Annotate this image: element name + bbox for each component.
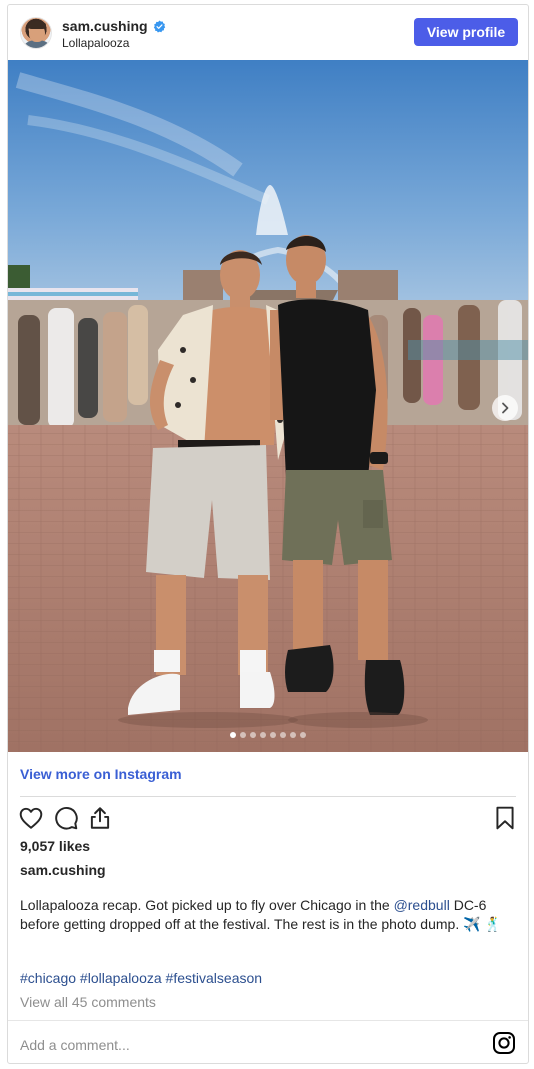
chevron-right-icon xyxy=(502,402,509,414)
bookmark-icon[interactable] xyxy=(492,805,518,831)
view-all-comments-link[interactable]: View all 45 comments xyxy=(20,994,156,1010)
carousel-dot xyxy=(240,732,246,738)
caption-part: Lollapalooza recap. Got picked up to fly… xyxy=(20,897,394,913)
carousel-dot xyxy=(290,732,296,738)
username-row: sam.cushing xyxy=(62,18,166,34)
avatar[interactable] xyxy=(20,17,52,49)
location-link[interactable]: Lollapalooza xyxy=(62,36,129,50)
view-more-link[interactable]: View more on Instagram xyxy=(20,766,182,782)
carousel-dot xyxy=(230,732,236,738)
likes-count[interactable]: 9,057 likes xyxy=(20,838,90,854)
carousel-dot xyxy=(260,732,266,738)
instagram-embed-card: sam.cushing Lollapalooza View profile Vi… xyxy=(7,4,529,1064)
caption-text: Lollapalooza recap. Got picked up to fly… xyxy=(20,896,516,934)
carousel-dot xyxy=(300,732,306,738)
instagram-logo-icon[interactable] xyxy=(492,1031,516,1055)
username-link[interactable]: sam.cushing xyxy=(62,18,148,34)
carousel-dot xyxy=(250,732,256,738)
carousel-next-button[interactable] xyxy=(492,395,518,421)
carousel-dot xyxy=(270,732,276,738)
post-header: sam.cushing Lollapalooza View profile xyxy=(8,5,528,60)
heart-icon[interactable] xyxy=(18,805,44,831)
add-comment-input[interactable]: Add a comment... xyxy=(20,1037,130,1053)
share-icon[interactable] xyxy=(87,805,113,831)
comment-bubble-icon[interactable] xyxy=(53,805,79,831)
carousel-indicator xyxy=(8,732,528,738)
mention-link[interactable]: @redbull xyxy=(394,897,450,913)
hashtags[interactable]: #chicago #lollapalooza #festivalseason xyxy=(20,970,262,986)
divider xyxy=(8,1020,528,1021)
divider xyxy=(20,796,516,797)
action-bar xyxy=(18,805,518,833)
caption-username[interactable]: sam.cushing xyxy=(20,862,106,878)
post-photo[interactable] xyxy=(8,60,528,752)
verified-badge-icon xyxy=(153,20,165,32)
view-profile-button[interactable]: View profile xyxy=(414,18,518,46)
photo-image xyxy=(8,60,528,752)
carousel-dot xyxy=(280,732,286,738)
